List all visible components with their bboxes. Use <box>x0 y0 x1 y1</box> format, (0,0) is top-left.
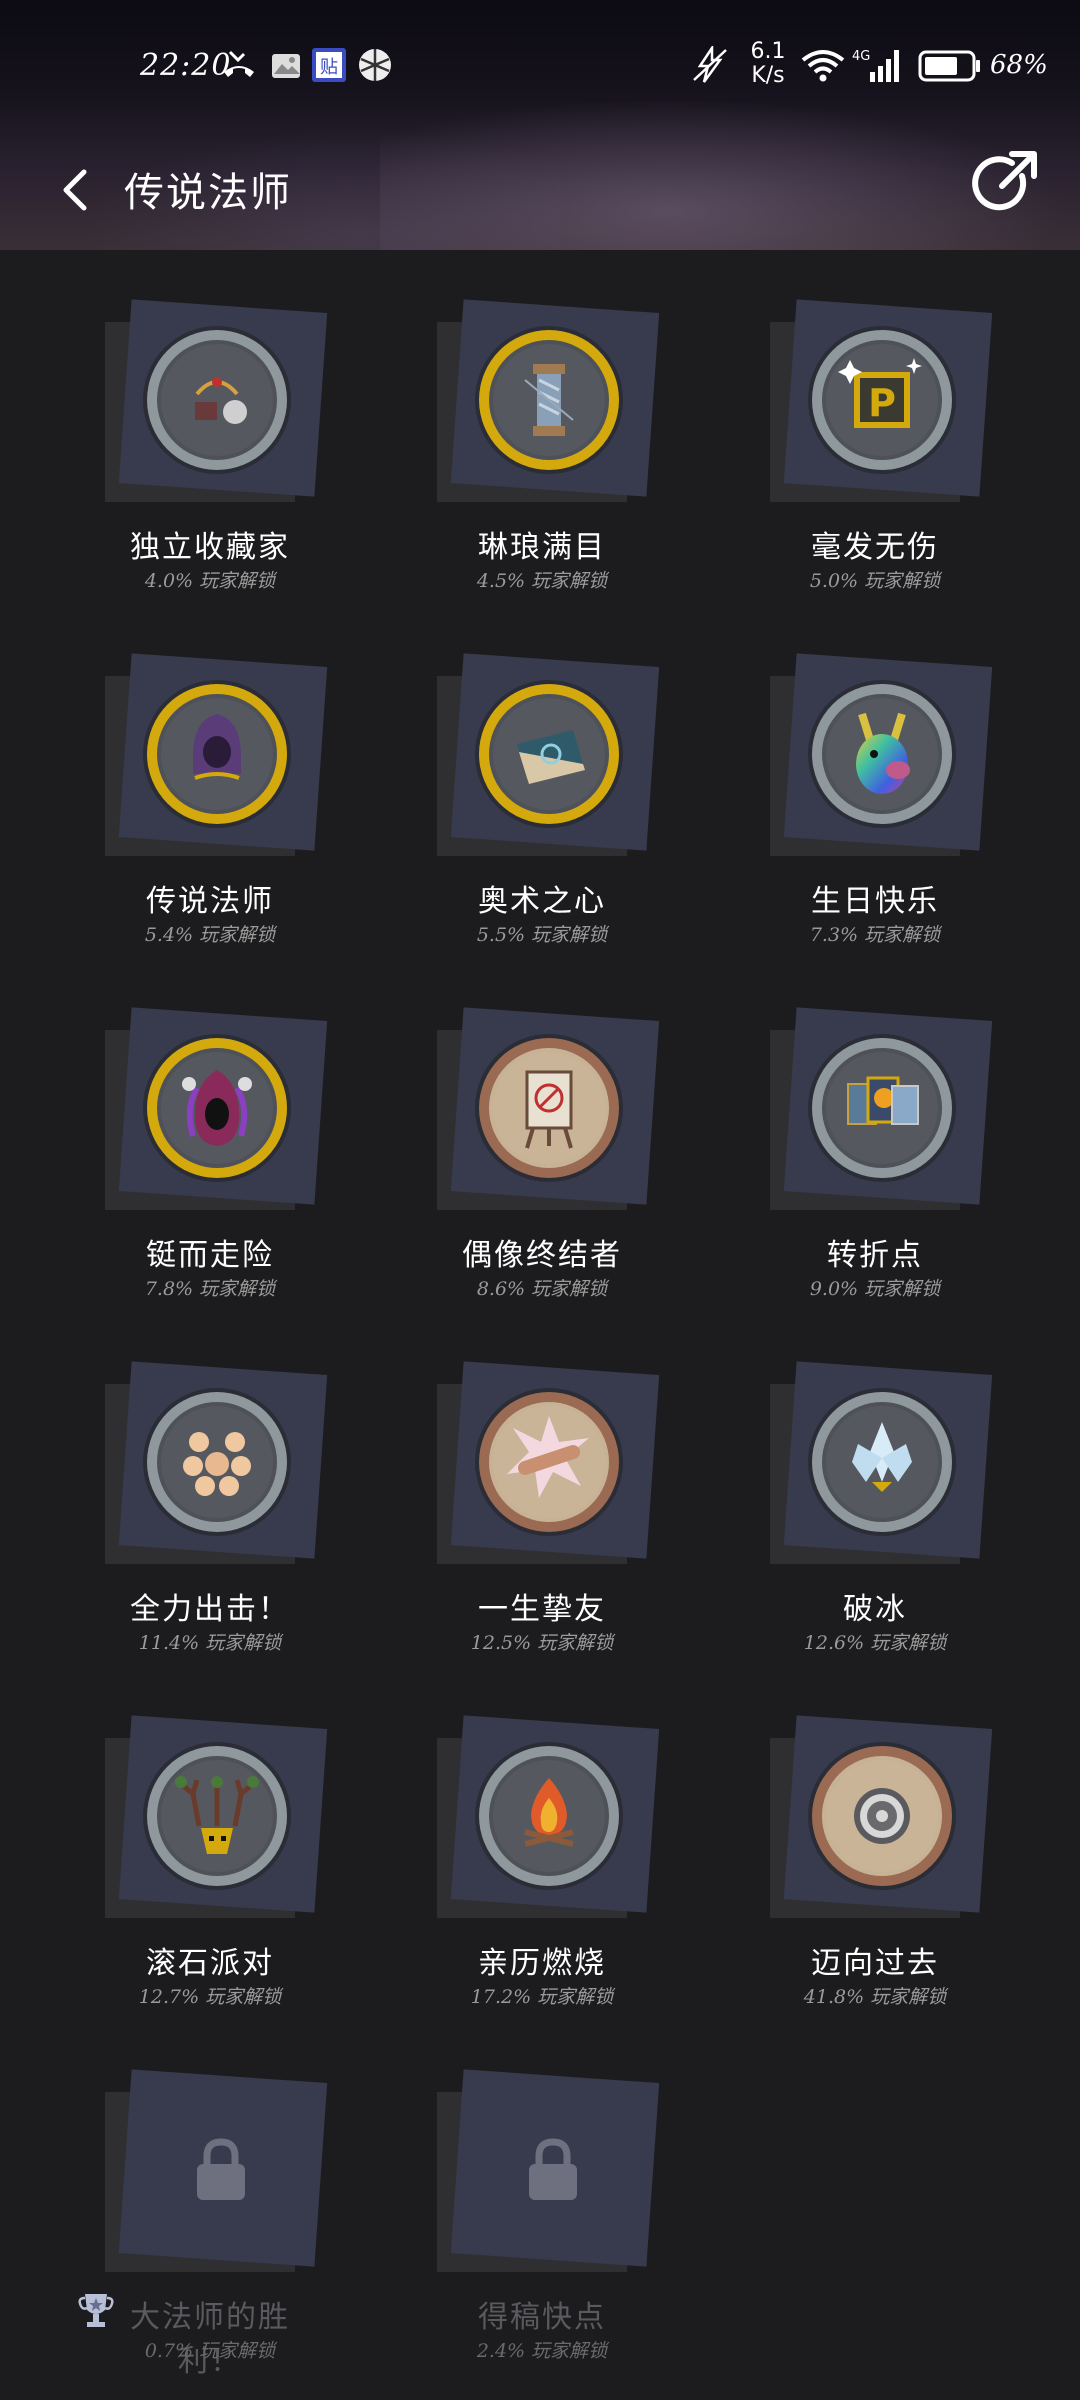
battery-icon <box>918 50 980 82</box>
unlock-rate: 12.6% 玩家解锁 <box>803 1632 947 1654</box>
no-signal-icon <box>693 46 727 83</box>
sports-app-icon <box>359 49 391 81</box>
unlock-rate: 5.0% 玩家解锁 <box>809 570 941 592</box>
achievement-card[interactable]: 偶像终结者 8.6% 玩家解锁 <box>437 1007 737 1328</box>
achievement-name: 得稿快点 <box>478 2300 606 2335</box>
unlock-rate: 8.6% 玩家解锁 <box>476 1278 608 1300</box>
cellular-signal-icon: 4G <box>852 49 899 82</box>
lock-icon <box>529 2138 577 2200</box>
achievement-name: 生日快乐 <box>811 884 939 919</box>
wifi-icon <box>801 50 845 82</box>
achievement-name: 滚石派对 <box>146 1946 274 1981</box>
achievement-name: 独立收藏家 <box>130 530 290 565</box>
achievement-card[interactable]: 传说法师 5.4% 玩家解锁 <box>105 653 405 974</box>
achievement-card[interactable]: 亲历燃烧 17.2% 玩家解锁 <box>437 1715 737 2036</box>
achievement-name: 传说法师 <box>146 884 274 919</box>
rainbow-llama-icon <box>808 680 956 828</box>
achievement-name: 琳琅满目 <box>478 530 606 565</box>
lock-icon <box>197 2138 245 2200</box>
achievement-card[interactable]: 得稿快点 2.4% 玩家解锁 <box>437 2069 737 2390</box>
page-title: 传说法师 <box>124 170 292 216</box>
unlock-rate: 4.5% 玩家解锁 <box>476 570 608 592</box>
unlock-rate: 7.8% 玩家解锁 <box>144 1278 276 1300</box>
achievement-card[interactable]: 破冰 12.6% 玩家解锁 <box>770 1361 1070 1682</box>
unlock-rate: 5.4% 玩家解锁 <box>144 924 276 946</box>
hooded-skull-icon <box>143 1034 291 1182</box>
net-speed-unit: K/s <box>751 63 785 88</box>
tieba-icon: 贴 <box>312 48 346 82</box>
gallery-icon <box>272 54 300 78</box>
achievement-card[interactable]: 滚石派对 12.7% 玩家解锁 <box>105 1715 405 2036</box>
achievement-name: 一生挚友 <box>478 1592 606 1627</box>
campfire-icon <box>475 1742 623 1890</box>
unlock-rate: 4.0% 玩家解锁 <box>144 570 276 592</box>
unlock-rate: 0.7% 玩家解锁 <box>144 2340 276 2362</box>
battery-percent: 68% <box>990 50 1048 80</box>
status-time: 22:20 <box>140 48 232 83</box>
header: 22:20 贴 6.1 K/s 4G 68% 传说法师 <box>0 0 1080 250</box>
unlock-rate: 9.0% 玩家解锁 <box>809 1278 941 1300</box>
unlock-rate: 2.4% 玩家解锁 <box>476 2340 608 2362</box>
unlock-rate: 17.2% 玩家解锁 <box>470 1986 614 2008</box>
unlock-rate: 5.5% 玩家解锁 <box>476 924 608 946</box>
bag-items-icon <box>143 326 291 474</box>
achievement-card[interactable]: 铤而走险 7.8% 玩家解锁 <box>105 1007 405 1328</box>
missed-call-icon <box>224 50 254 77</box>
achievement-card[interactable]: 全力出击！ 11.4% 玩家解锁 <box>105 1361 405 1682</box>
thread-spool-icon <box>475 326 623 474</box>
relic-disc-icon <box>808 1742 956 1890</box>
network-type: 4G <box>852 49 870 64</box>
hooded-cloak-icon <box>143 680 291 828</box>
achievement-card[interactable]: 独立收藏家 4.0% 玩家解锁 <box>105 299 405 620</box>
achievement-card[interactable]: 一生挚友 12.5% 玩家解锁 <box>437 1361 737 1682</box>
ice-crystal-icon <box>808 1388 956 1536</box>
achievement-name: 毫发无伤 <box>811 530 939 565</box>
achievement-name: 全力出击！ <box>130 1592 290 1627</box>
achievement-name: 转折点 <box>827 1238 923 1273</box>
achievement-card[interactable]: 转折点 9.0% 玩家解锁 <box>770 1007 1070 1328</box>
net-speed-value: 6.1 <box>750 39 786 64</box>
unlock-rate: 7.3% 玩家解锁 <box>809 924 941 946</box>
svg-text:P: P <box>868 381 896 425</box>
back-button[interactable] <box>50 150 110 230</box>
achievement-name: 偶像终结者 <box>462 1238 622 1273</box>
fists-icon <box>143 1388 291 1536</box>
achievement-card[interactable]: P 毫发无伤 5.0% 玩家解锁 <box>770 299 1070 620</box>
antler-mask-icon <box>143 1742 291 1890</box>
achievement-name: 亲历燃烧 <box>478 1946 606 1981</box>
net-speed: 6.1 K/s <box>744 40 792 88</box>
status-bar: 22:20 贴 6.1 K/s 4G 68% <box>0 0 1080 130</box>
achievement-card[interactable]: 生日快乐 7.3% 玩家解锁 <box>770 653 1070 974</box>
achievement-card[interactable]: 琳琅满目 4.5% 玩家解锁 <box>437 299 737 620</box>
achievement-name: 破冰 <box>843 1592 907 1627</box>
achievement-card[interactable]: 大法师的胜利！ 0.7% 玩家解锁 <box>78 2069 405 2390</box>
unlock-rate: 41.8% 玩家解锁 <box>803 1986 947 2008</box>
achievement-card[interactable]: 奥术之心 5.5% 玩家解锁 <box>437 653 737 974</box>
p-block-icon: P <box>808 326 956 474</box>
achievement-name: 迈向过去 <box>811 1946 939 1981</box>
cards-icon <box>808 1034 956 1182</box>
easel-icon <box>475 1034 623 1182</box>
unlock-rate: 11.4% 玩家解锁 <box>138 1632 282 1654</box>
spellbook-icon <box>475 680 623 828</box>
handshake-icon <box>475 1388 623 1536</box>
nav-bar: 传说法师 <box>0 130 1080 250</box>
achievement-card[interactable]: 迈向过去 41.8% 玩家解锁 <box>770 1715 1070 2036</box>
svg-text:贴: 贴 <box>320 57 338 78</box>
unlock-rate: 12.5% 玩家解锁 <box>470 1632 614 1654</box>
achievement-name: 奥术之心 <box>478 884 606 919</box>
achievement-name: 铤而走险 <box>146 1238 274 1273</box>
share-button[interactable] <box>966 146 1042 222</box>
unlock-rate: 12.7% 玩家解锁 <box>138 1986 282 2008</box>
